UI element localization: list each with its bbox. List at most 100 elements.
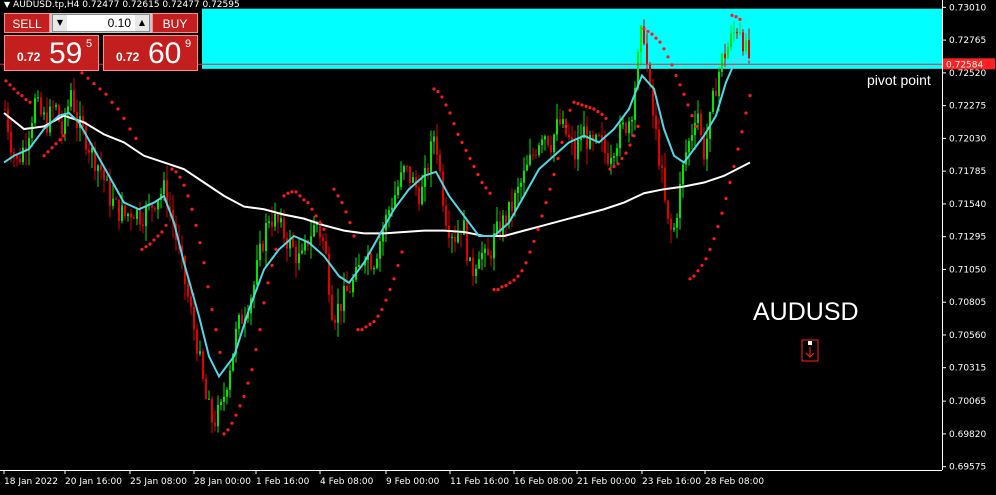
buy-price-big: 60 [148,37,182,70]
sar-dot [24,98,28,102]
sar-dot [620,156,624,161]
sar-dot [646,29,650,34]
sar-dot [58,138,62,142]
sar-dot [62,134,66,138]
price-chart[interactable]: 0.73010 0.72765 0.72520 0.72275 0.72030 0.717… [0,0,996,495]
sar-dot [500,285,504,289]
candle-body [736,32,738,34]
collapse-arrow-icon[interactable]: ▼ [4,0,10,9]
lot-size-value[interactable]: 0.10 [69,15,133,31]
sar-dot [144,245,148,249]
candle-body [613,156,615,158]
candle-body [7,109,9,132]
sar-dot [480,180,484,185]
candle-body [343,285,345,311]
candle-body [214,422,216,427]
sar-dot [520,269,524,273]
candle-body [61,121,63,134]
sar-dot [178,175,182,179]
candle-body [136,209,138,219]
lot-decrease-icon[interactable]: ▼ [53,15,67,31]
sar-dot [708,247,712,251]
sar-dot [116,107,120,111]
candle-body [22,147,24,163]
candle-body [439,154,441,172]
candle-body [658,129,660,166]
sar-dot [456,132,460,136]
sar-dot [152,238,156,242]
candle-body [625,122,627,134]
candle-body [268,221,270,224]
sar-dot [246,381,250,385]
candle-body [199,351,201,354]
sar-dot [400,250,404,254]
candle-body [265,223,267,251]
candle-body [457,233,459,243]
sell-price-button[interactable]: 0.72 59 5 [4,35,99,71]
lot-increase-icon[interactable]: ▲ [135,15,149,31]
candle-body [193,306,195,330]
sar-dot [98,87,102,91]
sar-dot [384,298,388,302]
sar-dot [86,76,90,80]
candle-body [532,154,534,156]
candle-body [496,221,498,234]
candle-body [541,139,543,146]
sar-dot [230,421,234,425]
sar-dot [444,103,448,107]
buy-button[interactable]: BUY [152,13,198,33]
sar-dot [544,200,548,205]
candle-body [115,198,117,200]
sar-dot [504,283,508,288]
buy-price-button[interactable]: 0.72 60 9 [103,35,198,71]
sell-button[interactable]: SELL [4,13,50,33]
candle-body [556,119,558,135]
candle-body [559,119,561,124]
candle-body [340,303,342,311]
sar-dot [556,156,560,161]
sar-dot [560,140,564,144]
sar-dot [670,63,674,67]
candle-body [427,167,429,174]
candle-body [511,201,513,212]
candle-body [667,200,669,219]
candle-body [325,241,327,254]
candle-body [682,164,684,185]
sar-dot [662,47,666,51]
sar-dot [720,211,724,215]
candle-body [187,284,189,297]
lot-size-field[interactable]: ▼ 0.10 ▲ [52,14,150,32]
marker-dot [808,341,812,345]
sar-dot [332,187,336,191]
sar-dot [148,242,152,246]
sar-dot [134,136,138,140]
sar-dot [344,210,348,214]
sar-dot [306,200,310,205]
candle-body [505,215,507,224]
candle-body [544,136,546,140]
y-tick-label: 0.71785 [949,167,986,177]
sar-dot [508,281,512,285]
candle-body [574,141,576,160]
sar-dot [616,162,620,166]
sar-dot [42,154,46,158]
sar-dot [238,404,242,408]
sar-dot [182,183,186,187]
sar-dot [20,94,24,98]
y-tick-label: 0.70315 [949,364,986,374]
sar-dot [380,307,384,312]
candle-body [676,217,678,228]
candle-body [121,205,123,221]
sar-dot [516,274,520,278]
candle-body [334,319,336,323]
sar-dot [110,100,114,104]
candle-body [469,257,471,261]
sar-dot [250,368,254,372]
sar-dot [678,83,682,87]
sar-dot [700,263,704,268]
sar-dot [352,234,356,238]
candle-body [703,134,705,160]
sar-dot [46,150,50,154]
sar-dot [476,172,480,177]
sar-dot [210,307,214,312]
